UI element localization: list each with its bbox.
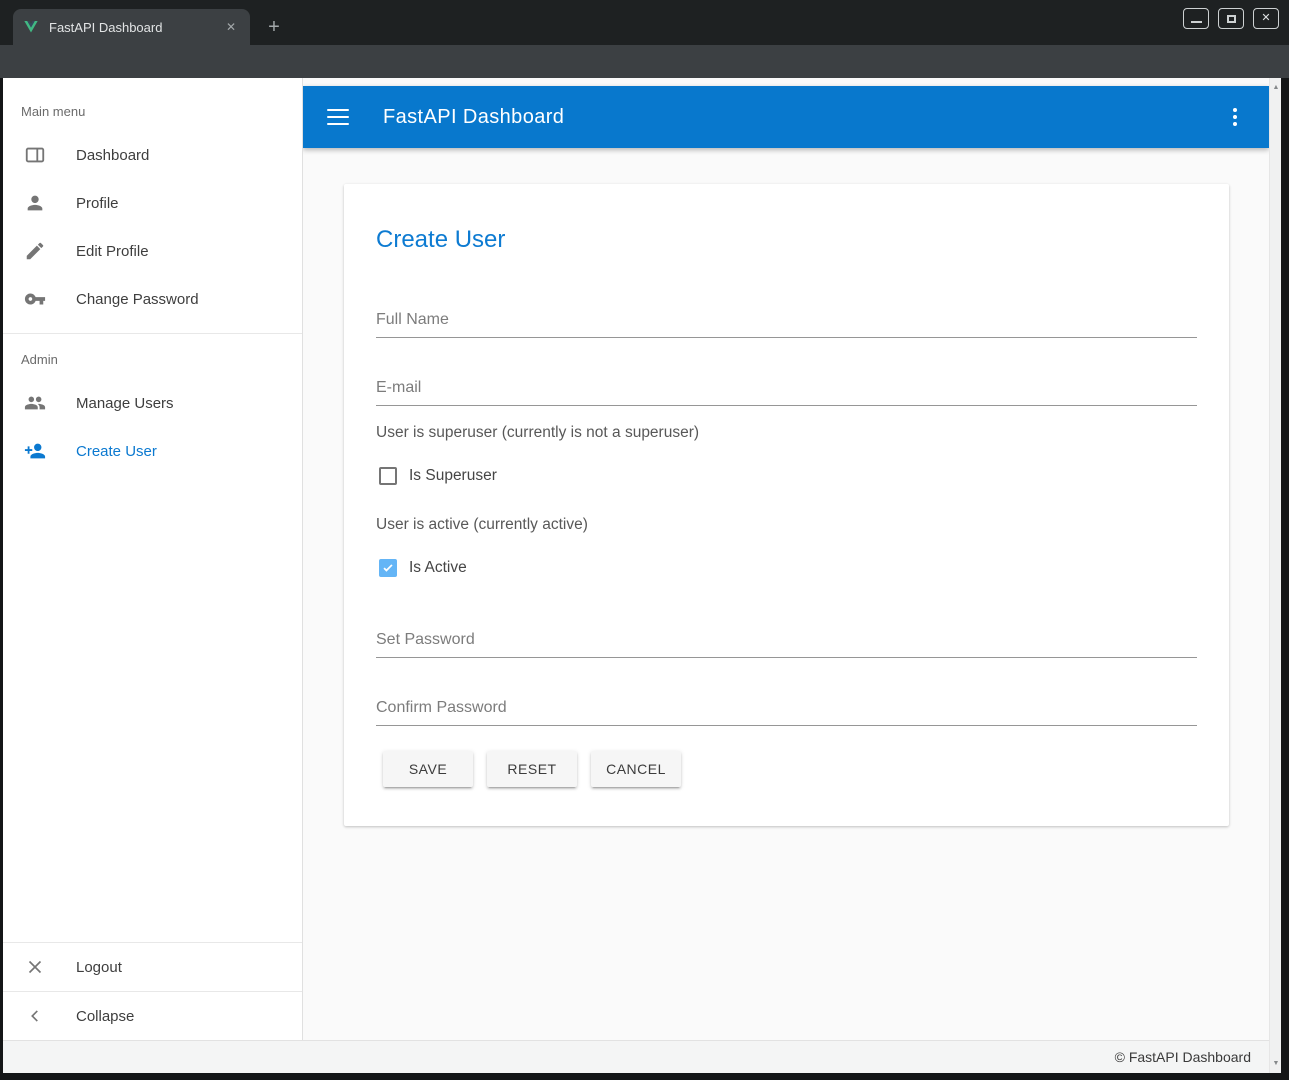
app-title: FastAPI Dashboard — [383, 106, 564, 129]
reset-button[interactable]: RESET — [487, 751, 577, 787]
tab-close-icon[interactable]: ✕ — [222, 18, 240, 36]
vue-favicon-icon — [23, 19, 39, 35]
key-icon — [24, 288, 46, 310]
superuser-checkbox-row: Is Superuser — [379, 467, 497, 485]
set-password-input[interactable] — [376, 628, 1197, 658]
form-buttons: SAVE RESET CANCEL — [383, 751, 695, 787]
copyright-text: © FastAPI Dashboard — [1115, 1049, 1251, 1065]
checkmark-icon — [381, 561, 395, 575]
tab-strip: FastAPI Dashboard ✕ + ✕ — [0, 0, 1289, 45]
active-hint: User is active (currently active) — [376, 516, 588, 534]
hamburger-menu-icon[interactable] — [327, 109, 349, 125]
person-icon — [24, 192, 46, 214]
people-icon — [24, 392, 46, 414]
sidebar-item-profile[interactable]: Profile — [3, 179, 302, 227]
sidebar-item-label: Create User — [76, 443, 157, 460]
sidebar-section-admin: Admin — [3, 334, 302, 379]
confirm-password-input[interactable] — [376, 696, 1197, 726]
cancel-button[interactable]: CANCEL — [591, 751, 681, 787]
window-minimize-button[interactable] — [1183, 8, 1209, 29]
sidebar-item-collapse[interactable]: Collapse — [3, 992, 302, 1040]
window-close-button[interactable]: ✕ — [1253, 8, 1279, 29]
sidebar-section-main-menu: Main menu — [3, 78, 302, 131]
page-scrollbar[interactable]: ▲ ▼ — [1269, 78, 1281, 1073]
browser-toolbar: localhost/main/admin/users/create — [0, 45, 1289, 78]
scroll-up-icon[interactable]: ▲ — [1270, 84, 1281, 91]
browser-tab[interactable]: FastAPI Dashboard ✕ — [13, 9, 250, 45]
chevron-left-icon — [24, 1005, 46, 1027]
sidebar-item-label: Profile — [76, 195, 119, 212]
maximize-icon — [1227, 15, 1236, 23]
close-x-icon — [24, 956, 46, 978]
sidebar-item-label: Manage Users — [76, 395, 174, 412]
superuser-checkbox[interactable] — [379, 467, 397, 485]
create-user-card: Create User User is superuser (currently… — [344, 184, 1229, 826]
new-tab-button[interactable]: + — [260, 13, 288, 41]
sidebar-item-label: Change Password — [76, 291, 199, 308]
sidebar-item-manage-users[interactable]: Manage Users — [3, 379, 302, 427]
window-controls: ✕ — [1183, 8, 1279, 29]
sidebar-item-change-password[interactable]: Change Password — [3, 275, 302, 323]
sidebar: Main menu Dashboard Profile Edit Profile — [3, 78, 303, 1040]
sidebar-item-label: Dashboard — [76, 147, 149, 164]
superuser-checkbox-label[interactable]: Is Superuser — [409, 467, 497, 485]
sidebar-bottom: Logout Collapse — [3, 942, 302, 1040]
sidebar-item-label: Edit Profile — [76, 243, 149, 260]
app-header: FastAPI Dashboard — [303, 86, 1269, 148]
sidebar-item-logout[interactable]: Logout — [3, 943, 302, 991]
sidebar-item-dashboard[interactable]: Dashboard — [3, 131, 302, 179]
dashboard-icon — [24, 144, 46, 166]
pencil-icon — [24, 240, 46, 262]
page-viewport: FastAPI Dashboard Main menu Dashboard Pr… — [3, 78, 1281, 1073]
sidebar-item-edit-profile[interactable]: Edit Profile — [3, 227, 302, 275]
form-title: Create User — [376, 226, 505, 254]
tab-title: FastAPI Dashboard — [49, 20, 222, 35]
minimize-icon — [1191, 21, 1202, 23]
scroll-down-icon[interactable]: ▼ — [1270, 1060, 1281, 1067]
window-maximize-button[interactable] — [1218, 8, 1244, 29]
app-menu-button[interactable] — [1233, 108, 1237, 126]
person-add-icon — [24, 440, 46, 462]
active-checkbox[interactable] — [379, 559, 397, 577]
close-icon: ✕ — [1261, 13, 1270, 24]
email-input[interactable] — [376, 376, 1197, 406]
browser-window: FastAPI Dashboard ✕ + ✕ localhost/main/a — [0, 0, 1289, 1080]
save-button[interactable]: SAVE — [383, 751, 473, 787]
full-name-input[interactable] — [376, 308, 1197, 338]
superuser-hint: User is superuser (currently is not a su… — [376, 424, 699, 442]
active-checkbox-row: Is Active — [379, 559, 467, 577]
sidebar-item-label: Collapse — [76, 1008, 134, 1025]
sidebar-item-label: Logout — [76, 959, 122, 976]
app-footer: © FastAPI Dashboard — [3, 1040, 1269, 1073]
sidebar-item-create-user[interactable]: Create User — [3, 427, 302, 475]
active-checkbox-label[interactable]: Is Active — [409, 559, 467, 577]
